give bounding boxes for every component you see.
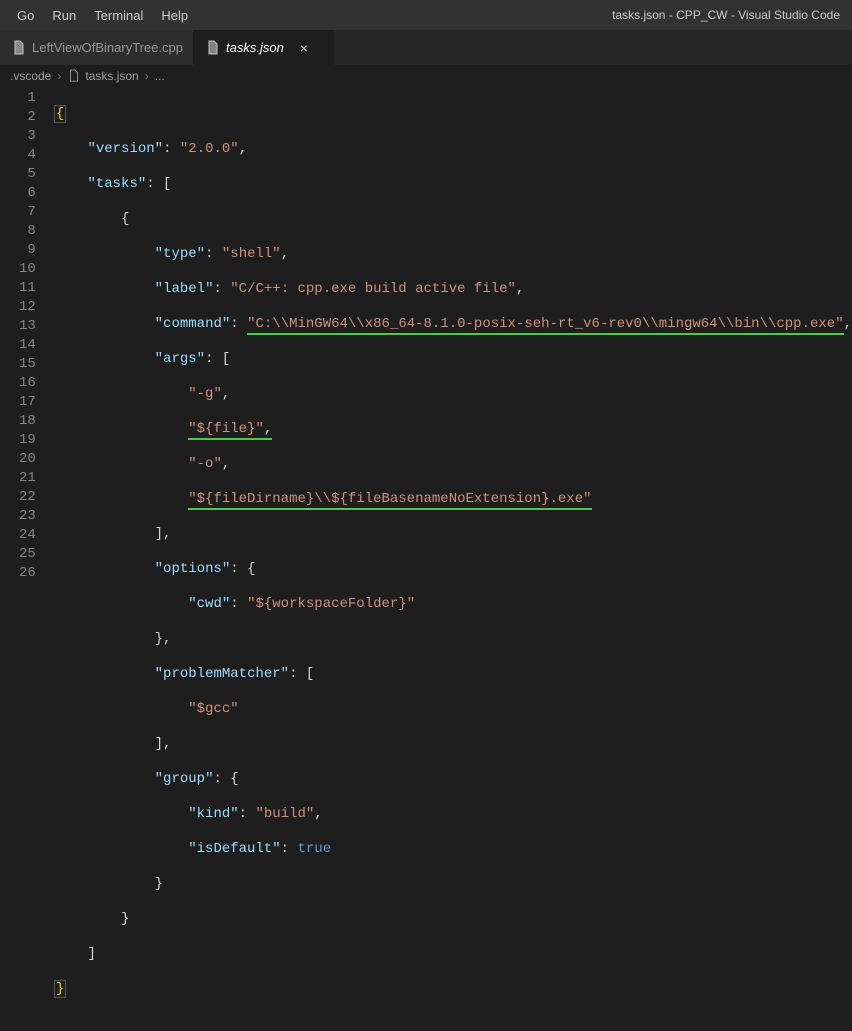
breadcrumb-item[interactable]: ...: [155, 69, 165, 83]
code-content[interactable]: { "version": "2.0.0", "tasks": [ { "type…: [54, 87, 852, 611]
menu-terminal[interactable]: Terminal: [85, 0, 152, 30]
window-title: tasks.json - CPP_CW - Visual Studio Code: [612, 8, 840, 22]
menu-run[interactable]: Run: [43, 0, 85, 30]
menu-bar: Go Run Terminal Help tasks.json - CPP_CW…: [0, 0, 852, 30]
tab-label: tasks.json: [226, 40, 284, 55]
file-icon: [12, 40, 26, 56]
menu-help[interactable]: Help: [152, 0, 197, 30]
breadcrumb-item[interactable]: .vscode: [10, 69, 51, 83]
file-icon: [67, 68, 81, 84]
chevron-right-icon: ›: [55, 69, 63, 83]
line-numbers: 1234567891011121314151617181920212223242…: [0, 87, 54, 611]
menu-go[interactable]: Go: [8, 0, 43, 30]
breadcrumb: .vscode › tasks.json › ...: [0, 65, 852, 87]
tab-label: LeftViewOfBinaryTree.cpp: [32, 40, 183, 55]
breadcrumb-item[interactable]: tasks.json: [85, 69, 138, 83]
tab-leftview[interactable]: LeftViewOfBinaryTree.cpp: [0, 30, 194, 65]
file-icon: [206, 40, 220, 56]
chevron-right-icon: ›: [143, 69, 151, 83]
tab-tasks-json[interactable]: tasks.json ×: [194, 30, 334, 65]
editor[interactable]: 1234567891011121314151617181920212223242…: [0, 87, 852, 611]
close-icon[interactable]: ×: [296, 40, 312, 56]
tabs-bar: LeftViewOfBinaryTree.cpp tasks.json ×: [0, 30, 852, 65]
